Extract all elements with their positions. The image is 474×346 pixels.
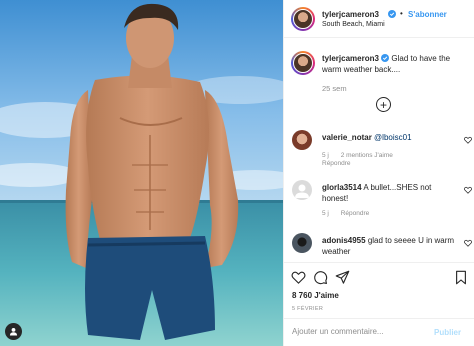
share-icon[interactable] xyxy=(335,270,350,285)
comment-bubble-icon[interactable] xyxy=(313,270,328,285)
caption-author-avatar[interactable] xyxy=(291,51,315,75)
comment-time: 5 j xyxy=(322,210,329,217)
plus-circle-icon: + xyxy=(379,97,387,112)
add-comment-bar: Publier xyxy=(284,318,474,346)
post-header: tylerjcameron3 • S'abonner South Beach, … xyxy=(284,0,474,38)
like-count[interactable]: 8 760 J'aime xyxy=(292,291,339,300)
beach-photo-illustration xyxy=(0,0,283,346)
comment-body: adonis4955 glad to seeee U in warm weath… xyxy=(322,235,458,257)
verified-badge-icon xyxy=(381,54,390,62)
heart-icon[interactable] xyxy=(291,270,306,285)
caption-text-block: tylerjcameron3 Glad to have the warm wea… xyxy=(322,53,470,75)
post-side-panel: tylerjcameron3 • S'abonner South Beach, … xyxy=(283,0,474,346)
comment-mention[interactable]: @lboisc01 xyxy=(374,133,411,142)
user-tag-icon[interactable] xyxy=(5,323,22,340)
load-more-comments-button[interactable]: + xyxy=(376,97,391,112)
verified-badge-icon xyxy=(388,10,396,18)
caption-time-ago[interactable]: 25 sem xyxy=(322,84,347,93)
comment-time: 5 j xyxy=(322,152,329,159)
comment-meta: 5 j 2 mentions J'aime xyxy=(322,152,403,159)
reply-button[interactable]: Répondre xyxy=(322,160,351,167)
instagram-post: tylerjcameron3 • S'abonner South Beach, … xyxy=(0,0,474,346)
bookmark-icon[interactable] xyxy=(454,270,468,285)
author-username[interactable]: tylerjcameron3 xyxy=(322,10,379,19)
commenter-avatar[interactable] xyxy=(292,130,312,150)
comment-meta: 5 j Répondre xyxy=(322,210,379,217)
comment-body: glorla3514 A bullet...SHES not honest! xyxy=(322,182,458,204)
reply-button[interactable]: Répondre xyxy=(341,210,370,217)
heart-icon[interactable] xyxy=(464,136,472,144)
comment-reply-row: Répondre xyxy=(322,160,361,167)
commenter-avatar[interactable] xyxy=(292,180,312,200)
heart-icon[interactable] xyxy=(464,186,472,194)
caption-username[interactable]: tylerjcameron3 xyxy=(322,54,379,63)
comment-input[interactable] xyxy=(292,327,432,336)
post-location[interactable]: South Beach, Miami xyxy=(322,21,385,28)
comment-like-count[interactable]: 2 mentions J'aime xyxy=(341,152,393,159)
commenter-avatar[interactable] xyxy=(292,233,312,253)
default-avatar-icon xyxy=(295,184,309,198)
comment-username[interactable]: valerie_notar xyxy=(322,133,372,142)
comment-username[interactable]: adonis4955 xyxy=(322,236,366,245)
comment-body: valerie_notar @lboisc01 xyxy=(322,132,458,143)
post-actions-bar xyxy=(284,262,474,292)
post-date: 5 FÉVRIER xyxy=(292,306,324,312)
post-photo[interactable] xyxy=(0,0,283,346)
comment-username[interactable]: glorla3514 xyxy=(322,183,362,192)
author-avatar[interactable] xyxy=(291,7,315,31)
publish-button[interactable]: Publier xyxy=(434,328,461,337)
heart-icon[interactable] xyxy=(464,239,472,247)
separator-dot: • xyxy=(400,9,403,18)
follow-button[interactable]: S'abonner xyxy=(408,10,447,19)
